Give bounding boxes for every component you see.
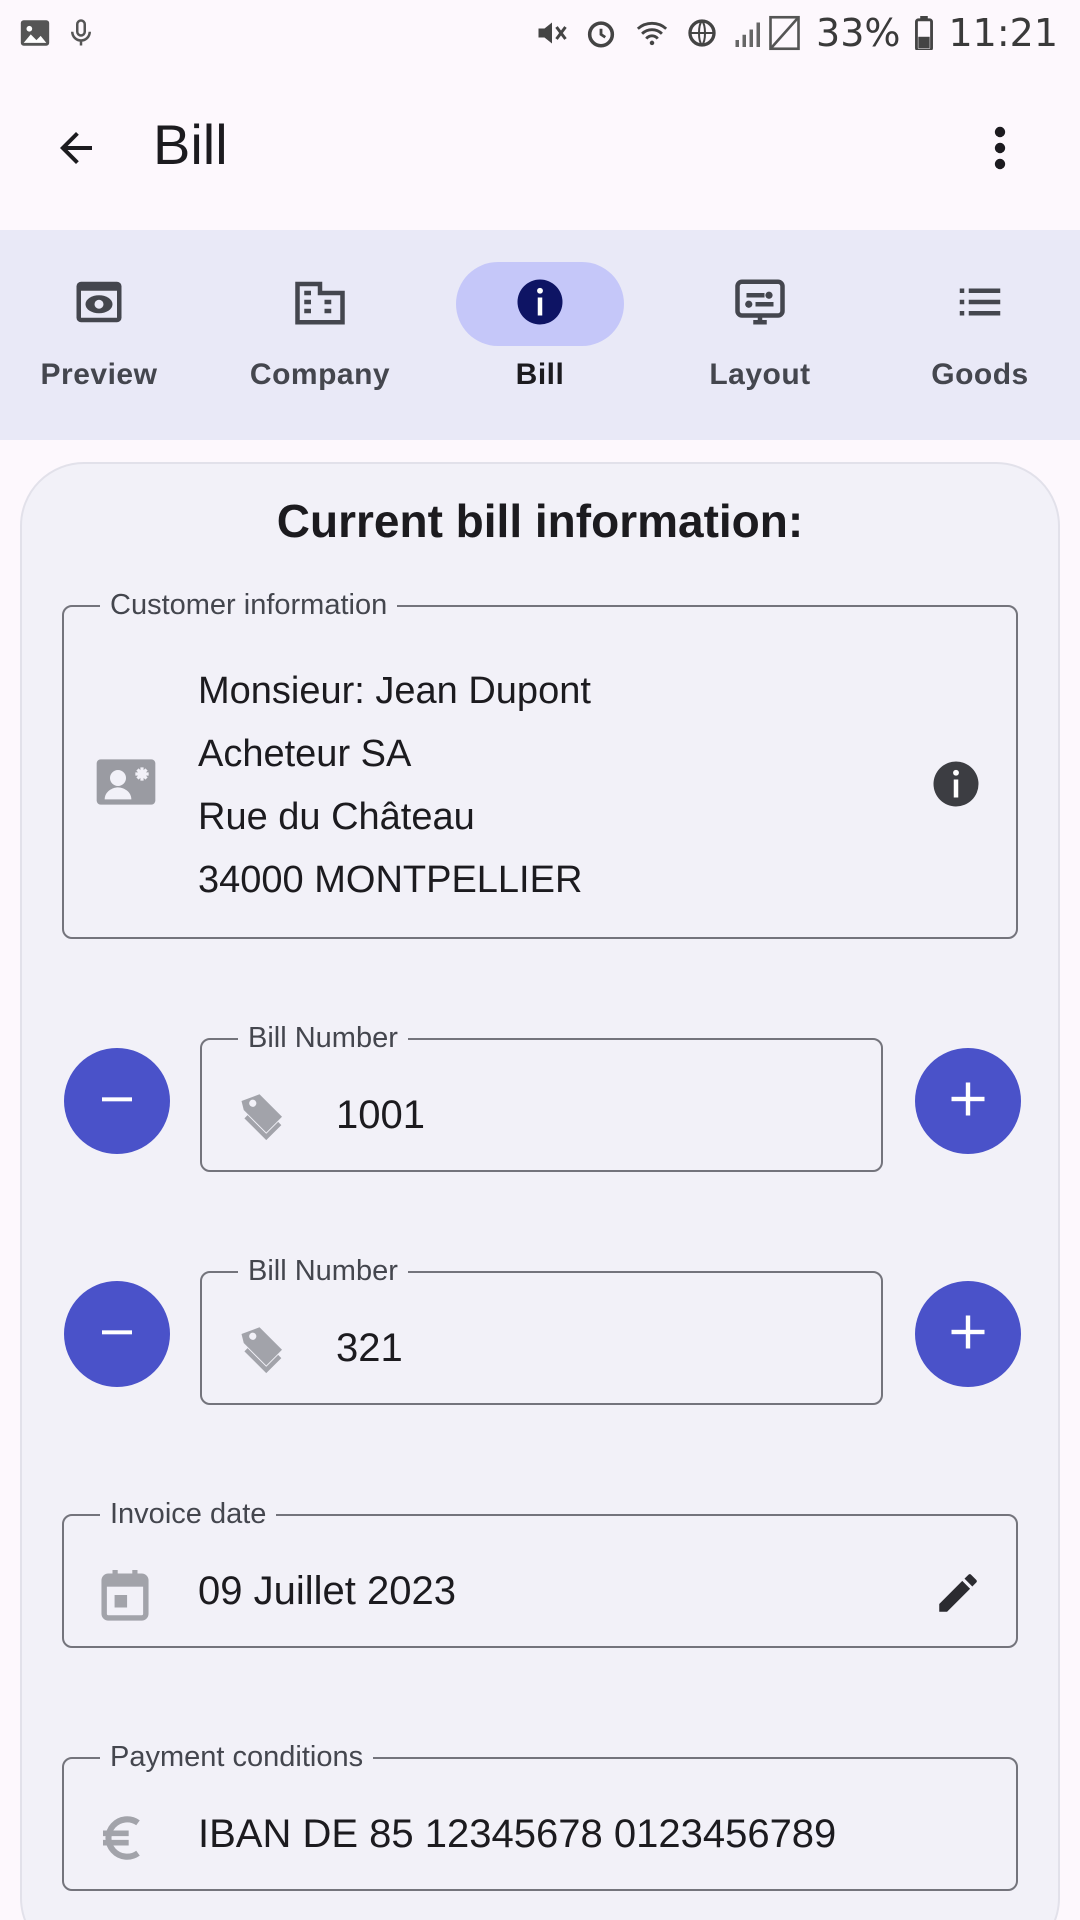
tab-company[interactable]: Company bbox=[220, 262, 420, 412]
vpn-icon bbox=[686, 17, 718, 49]
customer-line: 34000 MONTPELLIER bbox=[198, 859, 583, 901]
tag-icon bbox=[236, 1320, 292, 1384]
customer-line: Monsieur: Jean Dupont bbox=[198, 670, 591, 712]
invoice-date-value: 09 Juillet 2023 bbox=[198, 1569, 456, 1613]
tab-indicator bbox=[236, 262, 404, 346]
decrement-bill-number-button[interactable] bbox=[64, 1281, 170, 1387]
payment-conditions-legend: Payment conditions bbox=[110, 1741, 364, 1773]
tab-bill[interactable]: Bill bbox=[440, 262, 640, 412]
tab-indicator bbox=[676, 262, 844, 346]
bill-number-legend: Bill Number bbox=[248, 1022, 398, 1054]
status-bar: 33% 11:21 bbox=[0, 0, 1080, 66]
bill-number-value: 1001 bbox=[336, 1093, 425, 1137]
navigation-bar: Preview Company Bill Layout Goods bbox=[0, 230, 1080, 440]
alarm-icon bbox=[584, 16, 618, 50]
bill-number-legend: Bill Number bbox=[248, 1255, 398, 1287]
payment-conditions-value: IBAN DE 85 12345678 0123456789 bbox=[198, 1812, 837, 1856]
tab-goods[interactable]: Goods bbox=[880, 262, 1080, 412]
eye-icon bbox=[72, 275, 126, 334]
building-icon bbox=[293, 275, 347, 334]
microphone-icon bbox=[66, 16, 96, 50]
mute-icon bbox=[534, 15, 570, 51]
calendar-icon bbox=[98, 1565, 152, 1625]
edit-pencil-icon[interactable] bbox=[930, 1565, 986, 1621]
tab-layout[interactable]: Layout bbox=[660, 262, 860, 412]
layout-icon bbox=[733, 275, 787, 334]
customer-info-field[interactable]: Customer information Monsieur: Jean Dupo… bbox=[62, 591, 1018, 939]
bill-number-value: 321 bbox=[336, 1326, 403, 1370]
decrement-bill-number-button[interactable] bbox=[64, 1048, 170, 1154]
back-arrow-icon[interactable] bbox=[44, 116, 108, 180]
info-icon bbox=[513, 275, 567, 334]
wifi-icon bbox=[632, 16, 672, 50]
battery-percent: 33% bbox=[816, 11, 901, 55]
battery-icon bbox=[914, 16, 934, 50]
bill-number-field[interactable]: Bill Number 1001 bbox=[200, 1024, 883, 1172]
invoice-date-legend: Invoice date bbox=[110, 1498, 267, 1530]
increment-bill-number-button[interactable] bbox=[915, 1048, 1021, 1154]
more-vert-icon[interactable] bbox=[980, 116, 1020, 180]
contact-card-icon bbox=[94, 750, 158, 814]
tag-icon bbox=[236, 1087, 292, 1151]
tab-company-label: Company bbox=[249, 358, 391, 391]
tab-bill-label: Bill bbox=[515, 358, 565, 391]
payment-conditions-field[interactable]: Payment conditions IBAN DE 85 12345678 0… bbox=[62, 1743, 1018, 1891]
bill-number-field[interactable]: Bill Number 321 bbox=[200, 1257, 883, 1405]
card-title: Current bill information: bbox=[276, 495, 804, 547]
tab-layout-label: Layout bbox=[709, 358, 811, 391]
top-app-bar: Bill bbox=[0, 66, 1080, 230]
customer-address: Monsieur: Jean Dupont Acheteur SA Rue du… bbox=[198, 660, 591, 912]
tab-indicator bbox=[15, 262, 183, 346]
increment-bill-number-button[interactable] bbox=[915, 1281, 1021, 1387]
tab-preview[interactable]: Preview bbox=[0, 262, 199, 412]
bill-info-card: Current bill information: Customer infor… bbox=[20, 462, 1060, 1920]
tab-indicator bbox=[456, 262, 624, 346]
invoice-date-field[interactable]: Invoice date 09 Juillet 2023 bbox=[62, 1500, 1018, 1648]
euro-icon bbox=[94, 1808, 154, 1868]
gallery-icon bbox=[18, 16, 52, 50]
clock: 11:21 bbox=[948, 11, 1058, 55]
info-icon[interactable] bbox=[928, 756, 984, 812]
minus-icon bbox=[97, 1079, 137, 1124]
tab-goods-label: Goods bbox=[931, 358, 1029, 391]
customer-line: Acheteur SA bbox=[198, 733, 412, 775]
signal-icon bbox=[732, 15, 802, 51]
customer-info-legend: Customer information bbox=[110, 589, 388, 621]
list-icon bbox=[953, 275, 1007, 334]
customer-line: Rue du Château bbox=[198, 796, 475, 838]
tab-indicator bbox=[896, 262, 1064, 346]
page-title: Bill bbox=[153, 113, 228, 176]
minus-icon bbox=[97, 1312, 137, 1357]
plus-icon bbox=[946, 1310, 990, 1359]
plus-icon bbox=[946, 1077, 990, 1126]
tab-preview-label: Preview bbox=[40, 358, 158, 391]
